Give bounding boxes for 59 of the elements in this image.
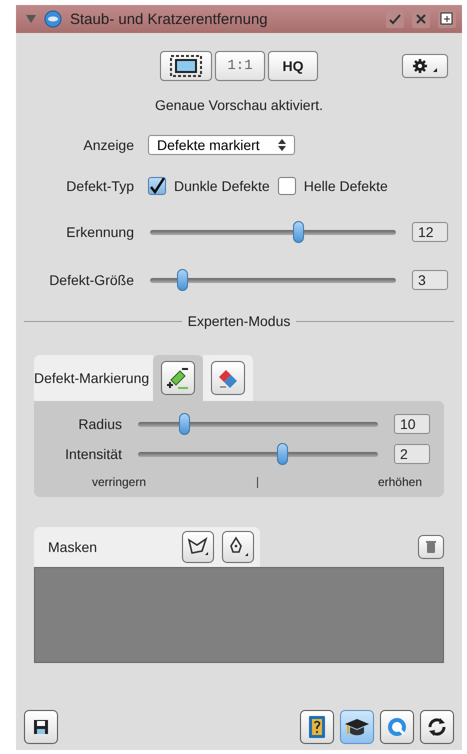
panel-title: Staub- und Kratzerentfernung	[70, 10, 269, 28]
masks-tab[interactable]: Masken	[34, 527, 260, 567]
display-label: Anzeige	[82, 137, 134, 153]
lasso-tool-button[interactable]	[182, 531, 214, 563]
section-divider-label[interactable]: Experten-Modus	[188, 313, 290, 329]
preview-button[interactable]: HQ	[268, 51, 318, 81]
pen-tool-button[interactable]	[222, 531, 254, 563]
toolbar-button[interactable]	[340, 710, 374, 744]
checkbox-label: Dunkle Defekte	[174, 178, 270, 194]
checkbox[interactable]	[148, 177, 166, 195]
frame-icon	[170, 55, 202, 77]
slider[interactable]	[138, 413, 378, 435]
lasso-icon	[187, 537, 209, 557]
slider-thumb[interactable]	[292, 221, 304, 243]
scale-label: verringern	[92, 475, 148, 489]
value-field[interactable]: 3	[412, 270, 448, 290]
settings-button[interactable]	[402, 54, 448, 78]
scale-label: erhöhen	[376, 475, 422, 489]
value-field[interactable]: 2	[394, 444, 430, 464]
checkbox-label: Helle Defekte	[304, 178, 388, 194]
marker-icon	[166, 366, 190, 390]
toolbar-button[interactable]	[380, 710, 414, 744]
graduation-cap-icon	[344, 716, 370, 738]
display-dropdown[interactable]: Defekte markiert	[148, 135, 295, 155]
delete-button[interactable]	[418, 535, 444, 559]
expand-icon[interactable]	[438, 10, 456, 28]
tool-tab[interactable]	[153, 355, 204, 401]
close-icon[interactable]	[412, 10, 430, 28]
value-field[interactable]: 10	[394, 414, 430, 434]
refresh-icon	[426, 716, 448, 738]
slider[interactable]	[150, 269, 396, 291]
tool-tab[interactable]	[203, 355, 254, 401]
toolbar-button[interactable]	[420, 710, 454, 744]
slider-label: Radius	[77, 416, 122, 432]
checkmark-icon[interactable]	[386, 10, 404, 28]
status-message: Genaue Vorschau aktiviert.	[154, 97, 324, 113]
pen-nib-icon	[227, 536, 249, 558]
toolbar-button[interactable]	[24, 710, 58, 744]
settings-icon	[411, 58, 439, 74]
preview-button[interactable]: 1:1	[215, 51, 265, 81]
slider-label: Intensität	[64, 446, 122, 462]
slider[interactable]	[150, 221, 396, 243]
q-logo-icon	[386, 716, 408, 738]
value-field[interactable]: 12	[412, 222, 448, 242]
globe-icon	[44, 10, 62, 28]
slider-thumb[interactable]	[176, 269, 188, 291]
slider-thumb[interactable]	[178, 413, 190, 435]
tab-title: Defekt-Markierung	[34, 355, 154, 401]
help-book-icon	[307, 715, 327, 739]
toolbar-button[interactable]	[300, 710, 334, 744]
trash-icon	[426, 541, 436, 553]
slider-label: Defekt-Größe	[48, 272, 134, 288]
fit-preview-button[interactable]	[160, 51, 212, 81]
slider-thumb[interactable]	[277, 443, 288, 465]
up-down-arrows-icon	[278, 139, 286, 151]
checkbox[interactable]	[278, 177, 296, 195]
slider[interactable]	[138, 443, 378, 465]
slider-label: Erkennung	[65, 224, 134, 240]
defect-type-label: Defekt-Typ	[65, 178, 134, 194]
